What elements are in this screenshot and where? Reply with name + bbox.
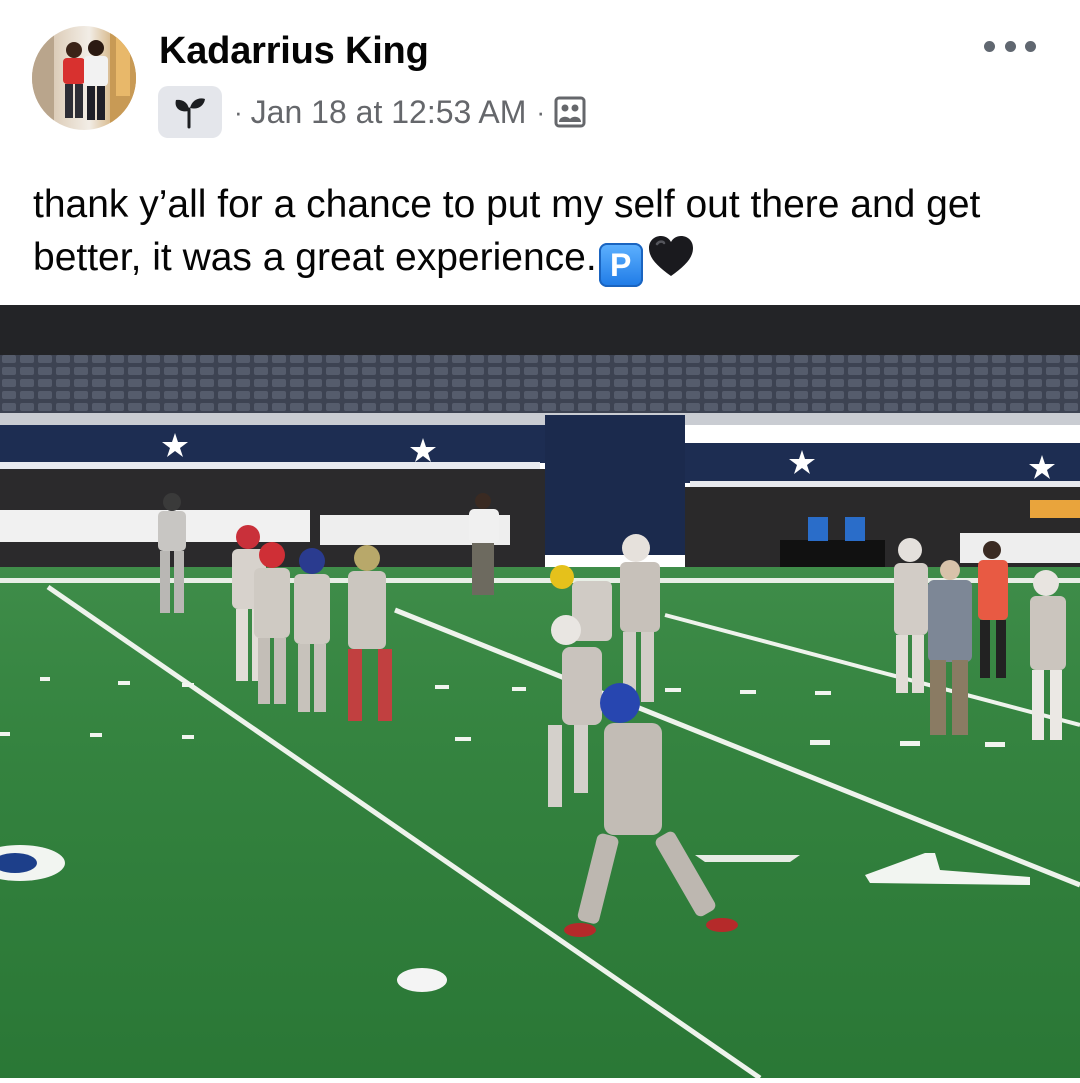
more-dot bbox=[1004, 40, 1016, 52]
post-photo[interactable] bbox=[0, 305, 1080, 1081]
more-dot bbox=[984, 40, 995, 52]
more-options-icon[interactable] bbox=[984, 34, 1036, 58]
meta-separator: · bbox=[234, 96, 243, 127]
post-header: Kadarrius King · Jan 18 at 12:53 AM · bbox=[0, 0, 1080, 150]
p-button-emoji: P bbox=[598, 243, 643, 287]
meta-separator: · bbox=[536, 96, 546, 127]
friends-audience-icon[interactable] bbox=[553, 95, 587, 129]
sprout-icon[interactable] bbox=[158, 86, 222, 138]
more-dot bbox=[1025, 40, 1036, 52]
black-heart-emoji bbox=[647, 234, 695, 292]
post-body: thank y’all for a chance to put my self … bbox=[33, 178, 1063, 292]
author-name[interactable]: Kadarrius King bbox=[159, 30, 429, 73]
post-timestamp[interactable]: Jan 18 at 12:53 AM bbox=[251, 94, 527, 131]
post-text: thank y’all for a chance to put my self … bbox=[33, 183, 981, 279]
author-avatar[interactable] bbox=[32, 26, 136, 130]
post-meta: · Jan 18 at 12:53 AM · bbox=[158, 86, 587, 138]
